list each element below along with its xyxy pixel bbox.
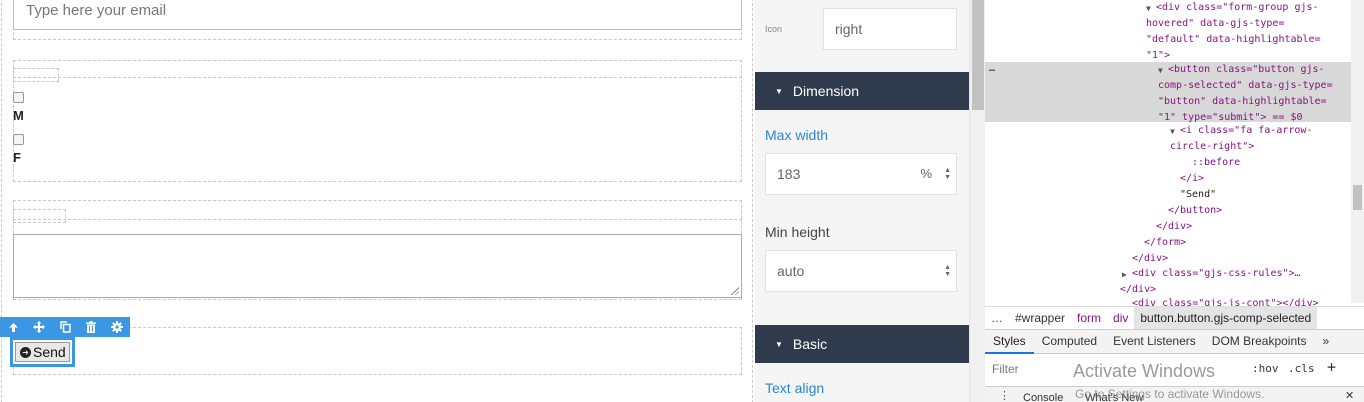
arrow-circle-right-icon: ➜ xyxy=(20,346,31,358)
drawer-menu-icon[interactable]: ⋮ xyxy=(999,389,1010,402)
icon-position-field[interactable]: right xyxy=(823,8,957,50)
dom-line[interactable]: <i class="fa fa-arrow- xyxy=(1180,125,1312,136)
expand-triangle-icon[interactable]: ▼ xyxy=(1170,127,1175,136)
basic-section-title: Basic xyxy=(792,336,828,352)
min-height-label: Min height xyxy=(765,224,830,240)
dom-line[interactable]: <div class="gjs-css-rules">… xyxy=(1132,268,1301,279)
clone-icon[interactable] xyxy=(52,317,78,337)
panel-scrollbar[interactable] xyxy=(969,0,985,402)
drawer-tab-console[interactable]: Console xyxy=(1023,392,1063,402)
tab-computed[interactable]: Computed xyxy=(1034,329,1105,354)
max-width-value: 183 xyxy=(777,166,801,182)
more-tabs-icon[interactable]: » xyxy=(1314,329,1337,354)
checkbox-m-label: M xyxy=(13,108,24,123)
basic-section-header[interactable]: ▼ Basic xyxy=(755,325,969,363)
dom-tree-scrollbar[interactable] xyxy=(1351,0,1364,303)
message-label-placeholder xyxy=(13,209,66,223)
editor-canvas: Type here your email M F ➜ Send xyxy=(0,0,755,402)
text-align-label: Text align xyxy=(765,380,825,396)
breadcrumb-button[interactable]: button.button.gjs-comp-selected xyxy=(1134,306,1318,329)
dom-line[interactable]: circle-right"> xyxy=(1170,141,1254,152)
dom-line[interactable]: </button> xyxy=(1168,205,1222,216)
dom-line[interactable]: </form> xyxy=(1144,237,1186,248)
expand-triangle-icon[interactable]: ▶ xyxy=(1122,270,1127,279)
checkbox-f-label: F xyxy=(13,150,21,165)
message-label-row xyxy=(13,200,742,220)
caret-down-icon: ▼ xyxy=(775,339,783,349)
dom-line[interactable]: </i> xyxy=(1180,173,1204,184)
new-rule-button[interactable]: + xyxy=(1327,358,1336,376)
message-textarea[interactable] xyxy=(13,234,742,298)
send-label: Send xyxy=(33,344,66,360)
dom-line[interactable]: "Send" xyxy=(1180,189,1216,200)
dimension-section-title: Dimension xyxy=(792,83,860,99)
devtools-elements-panel: … ▼ <div class="form-group gjs- hovered"… xyxy=(985,0,1364,402)
max-width-label: Max width xyxy=(765,127,829,143)
move-icon[interactable] xyxy=(26,317,52,337)
selected-component-outline: ➜ Send xyxy=(10,337,75,367)
gear-icon[interactable] xyxy=(104,317,130,337)
dom-line[interactable]: ::before xyxy=(1192,157,1240,168)
devtools-drawer-bar: ⋮ Console What's New ✕ xyxy=(985,386,1364,402)
screen: Type here your email M F ➜ Send Icon rig… xyxy=(0,0,1364,402)
tab-styles[interactable]: Styles xyxy=(985,329,1034,354)
tab-dom-breakpoints[interactable]: DOM Breakpoints xyxy=(1204,329,1315,354)
breadcrumb-div[interactable]: div xyxy=(1107,311,1134,325)
icon-position-value: right xyxy=(835,21,863,37)
gender-label-placeholder xyxy=(13,68,59,82)
dom-tree-scrollbar-thumb[interactable] xyxy=(1353,185,1362,210)
caret-down-icon: ▼ xyxy=(775,86,783,96)
dom-line-selected[interactable]: <button class="button gjs- xyxy=(1168,64,1325,75)
node-actions-ellipsis[interactable]: … xyxy=(989,63,995,74)
panel-scrollbar-thumb[interactable] xyxy=(972,0,984,110)
icon-property-label: Icon xyxy=(765,24,783,34)
min-height-value: auto xyxy=(777,263,805,279)
stepper-arrows-icon[interactable]: ▲ ▼ xyxy=(944,167,951,181)
styles-filter-bar: Filter :hov .cls + xyxy=(985,355,1364,383)
expand-triangle-icon[interactable]: ▼ xyxy=(1158,66,1163,75)
dom-line[interactable]: </div> xyxy=(1156,221,1192,232)
dom-line[interactable]: "1"> xyxy=(1146,50,1170,61)
dom-line[interactable]: </div> xyxy=(1120,284,1156,295)
style-manager-panel: Icon right ▼ Dimension Max width 183 % ▲… xyxy=(755,0,969,402)
expand-triangle-icon[interactable]: ▼ xyxy=(1146,4,1151,13)
dom-line-selected[interactable]: comp-selected" data-gjs-type= xyxy=(1158,80,1333,91)
hover-state-toggle[interactable]: :hov xyxy=(1252,362,1279,375)
component-toolbar xyxy=(0,317,130,337)
dom-line-selected[interactable]: "1" type="submit"> == $0 xyxy=(1158,112,1303,123)
drawer-tab-whats-new[interactable]: What's New xyxy=(1085,392,1143,402)
max-width-field[interactable]: 183 % ▲ ▼ xyxy=(765,153,957,195)
send-button[interactable]: ➜ Send xyxy=(15,342,70,362)
email-placeholder: Type here your email xyxy=(26,2,167,19)
dom-line[interactable]: </div> xyxy=(1132,253,1168,264)
resize-grip-icon[interactable] xyxy=(731,287,739,295)
drawer-close-icon[interactable]: ✕ xyxy=(1345,389,1354,402)
tab-event-listeners[interactable]: Event Listeners xyxy=(1105,329,1204,354)
dom-line[interactable]: hovered" data-gjs-type= xyxy=(1146,18,1284,29)
checkbox-f[interactable] xyxy=(13,134,24,145)
gender-group-outline xyxy=(13,60,742,182)
styles-filter-input[interactable]: Filter xyxy=(992,362,1019,376)
breadcrumb-wrapper[interactable]: #wrapper xyxy=(1009,311,1071,325)
class-toggle[interactable]: .cls xyxy=(1288,362,1315,375)
max-width-unit[interactable]: % xyxy=(920,166,932,181)
gender-label-row xyxy=(13,60,742,78)
dom-line[interactable]: <div class="form-group gjs- xyxy=(1156,2,1319,13)
min-height-field[interactable]: auto ▲ ▼ xyxy=(765,250,957,292)
breadcrumb-form[interactable]: form xyxy=(1071,311,1107,325)
breadcrumb-ellipsis[interactable]: … xyxy=(985,311,1009,325)
devtools-subtabs: Styles Computed Event Listeners DOM Brea… xyxy=(985,329,1364,354)
email-field[interactable]: Type here your email xyxy=(13,0,742,30)
dom-line-selected[interactable]: "button" data-highlightable= xyxy=(1158,96,1327,107)
arrow-up-icon[interactable] xyxy=(0,317,26,337)
dimension-section-header[interactable]: ▼ Dimension xyxy=(755,72,969,110)
checkbox-m[interactable] xyxy=(13,92,24,103)
breadcrumb: … #wrapper form div button.button.gjs-co… xyxy=(985,306,1364,329)
trash-icon[interactable] xyxy=(78,317,104,337)
stepper-arrows-icon[interactable]: ▲ ▼ xyxy=(944,264,951,278)
dom-line[interactable]: "default" data-highlightable= xyxy=(1146,34,1321,45)
